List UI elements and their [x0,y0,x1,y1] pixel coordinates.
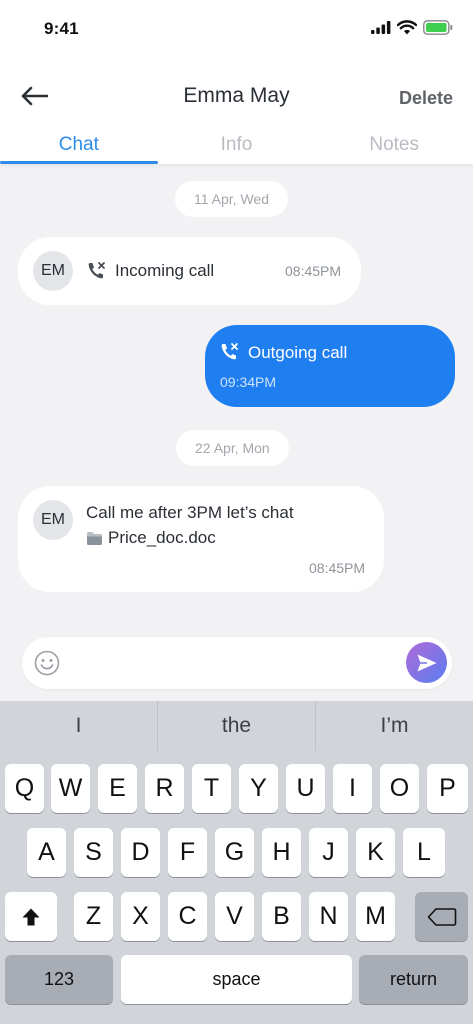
tab-notes[interactable]: Notes [315,130,473,164]
space-key[interactable]: space [121,955,352,1004]
key-h[interactable]: H [262,828,301,877]
wifi-icon [397,20,417,35]
cellular-signal-icon [371,21,391,34]
folder-icon [87,531,102,545]
status-time: 9:41 [44,19,79,38]
key-p[interactable]: P [427,764,468,813]
key-s[interactable]: S [74,828,113,877]
key-n[interactable]: N [309,892,348,941]
message-text: Outgoing call [248,343,348,362]
backspace-icon [427,907,456,926]
delete-button[interactable]: Delete [399,88,453,109]
key-m[interactable]: M [356,892,395,941]
message-time: 09:34PM [220,374,277,390]
shift-key[interactable] [5,892,57,941]
key-i[interactable]: I [333,764,372,813]
key-z[interactable]: Z [74,892,113,941]
backspace-key[interactable] [415,892,468,941]
key-r[interactable]: R [145,764,184,813]
avatar: EM [33,500,73,540]
message-input[interactable] [74,645,394,681]
status-bar: 9:41 [0,0,473,60]
key-f[interactable]: F [168,828,207,877]
key-k[interactable]: K [356,828,395,877]
missed-call-icon [221,343,238,360]
key-e[interactable]: E [98,764,137,813]
attachment-name: Price_doc.doc [108,528,216,547]
key-w[interactable]: W [51,764,90,813]
tab-chat[interactable]: Chat [0,130,158,164]
message-time: 08:45PM [285,263,342,279]
key-b[interactable]: B [262,892,301,941]
suggestion-item[interactable]: I [0,701,158,751]
key-l[interactable]: L [403,828,445,877]
suggestion-bar: I the I’m [0,701,473,751]
date-separator: 11 Apr, Wed [175,181,288,217]
key-t[interactable]: T [192,764,231,813]
chat-header: Emma May Delete Chat Info Notes [0,60,473,164]
shift-icon [22,908,40,925]
key-y[interactable]: Y [239,764,278,813]
tab-info[interactable]: Info [158,130,316,164]
message-composer [22,637,452,689]
key-g[interactable]: G [215,828,254,877]
key-v[interactable]: V [215,892,254,941]
suggestion-item[interactable]: the [158,701,316,751]
key-q[interactable]: Q [5,764,44,813]
key-c[interactable]: C [168,892,207,941]
attachment-link[interactable]: Price_doc.doc [86,528,216,548]
key-d[interactable]: D [121,828,160,877]
missed-call-icon [88,262,105,279]
message-text: Call me after 3PM let’s chat [86,503,294,522]
numbers-key[interactable]: 123 [5,955,113,1004]
outgoing-call-message[interactable]: Outgoing call 09:34PM [205,325,455,407]
text-message[interactable]: EM Call me after 3PM let’s chat Price_do… [18,486,384,592]
key-o[interactable]: O [380,764,419,813]
send-button[interactable] [406,642,447,683]
key-x[interactable]: X [121,892,160,941]
date-separator: 22 Apr, Mon [176,430,289,466]
send-icon [417,654,436,671]
message-time: 08:45PM [309,560,366,576]
keyboard: I the I’m Q W E R T Y U I O P A S D F G … [0,701,473,1024]
tab-bar: Chat Info Notes [0,130,473,164]
emoji-icon[interactable] [34,650,60,676]
suggestion-item[interactable]: I’m [316,701,473,751]
key-u[interactable]: U [286,764,325,813]
message-text: Incoming call [115,261,215,280]
incoming-call-message[interactable]: EM Incoming call 08:45PM [18,237,361,305]
battery-icon [423,20,453,35]
key-j[interactable]: J [309,828,348,877]
status-icons [371,20,453,35]
avatar: EM [33,251,73,291]
key-a[interactable]: A [27,828,66,877]
return-key[interactable]: return [359,955,468,1004]
